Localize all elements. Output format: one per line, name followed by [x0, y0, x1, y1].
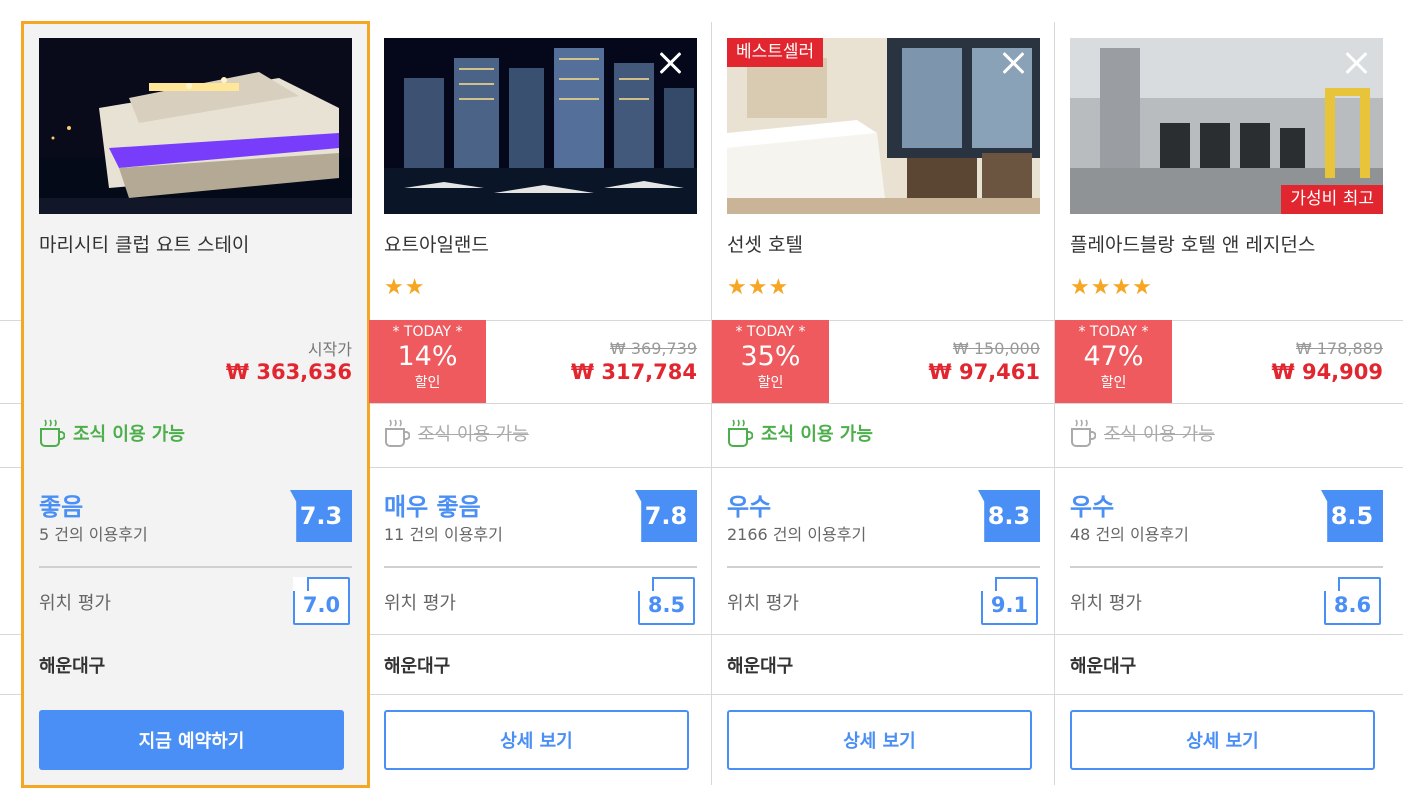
rating-word: 매우 좋음 [384, 493, 481, 521]
price: ₩ 317,784 [570, 360, 697, 384]
breakfast-label: 조식 이용 가능 [1104, 424, 1215, 445]
coffee-cup-icon [1071, 419, 1096, 447]
star-rating: ★★★ [727, 275, 790, 300]
best-value-badge: 가성비 최고 [1281, 185, 1383, 214]
hotel-name[interactable]: 플레아드블랑 호텔 앤 레지던스 [1070, 230, 1315, 257]
close-icon[interactable] [1341, 48, 1371, 78]
district: 해운대구 [727, 656, 794, 677]
coffee-cup-icon [385, 419, 410, 447]
bestseller-badge: 베스트셀러 [727, 38, 824, 67]
discount-word: 할인 [757, 374, 784, 391]
breakfast-label: 조식 이용 가능 [761, 424, 873, 445]
review-count[interactable]: 48 건의 이용후기 [1070, 521, 1189, 545]
score-divider [1070, 566, 1383, 568]
coffee-cup-icon [728, 419, 753, 447]
location-score-badge: 8.6 [1324, 577, 1381, 625]
star-rating: ★★ [384, 275, 426, 300]
breakfast-label: 조식 이용 가능 [418, 424, 529, 445]
district: 해운대구 [1070, 656, 1137, 677]
hotel-name[interactable]: 요트아일랜드 [384, 230, 489, 257]
star-rating: ★★★★ [1070, 275, 1153, 300]
rating-word: 우수 [1070, 493, 1115, 521]
hotel-card-3[interactable]: 베스트셀러 선셋 호텔 ★★★ * TODAY * 35% 할인 ₩ 150,0… [712, 0, 1056, 811]
hotel-card-2[interactable]: 요트아일랜드 ★★ * TODAY * 14% 할인 ₩ 369,739 ₩ 3… [369, 0, 713, 811]
original-price: ₩ 178,889 [1295, 339, 1383, 358]
discount-word: 할인 [414, 374, 441, 391]
discount-percent: 35% [740, 341, 801, 372]
today-label: * TODAY * [735, 324, 806, 340]
hotel-name[interactable]: 선셋 호텔 [727, 230, 803, 257]
hotel-photo-bedroom[interactable]: 베스트셀러 [727, 38, 1040, 214]
today-discount-badge: * TODAY * 47% 할인 [1055, 320, 1172, 403]
view-details-button[interactable]: 상세 보기 [727, 710, 1032, 770]
breakfast-available: 조식 이용 가능 [727, 418, 873, 448]
location-score-badge: 9.1 [981, 577, 1038, 625]
price: ₩ 94,909 [1271, 360, 1383, 384]
breakfast-unavailable: 조식 이용 가능 [384, 418, 529, 448]
review-count[interactable]: 11 건의 이용후기 [384, 521, 503, 545]
guest-score-badge: 8.5 [1321, 490, 1383, 542]
hotel-card-4[interactable]: 가성비 최고 플레아드블랑 호텔 앤 레지던스 ★★★★ * TODAY * 4… [1055, 0, 1399, 811]
close-icon[interactable] [655, 48, 685, 78]
original-price: ₩ 150,000 [952, 339, 1040, 358]
today-label: * TODAY * [392, 324, 463, 340]
location-rating-label: 위치 평가 [384, 593, 456, 614]
breakfast-unavailable: 조식 이용 가능 [1070, 418, 1215, 448]
view-details-button[interactable]: 상세 보기 [384, 710, 689, 770]
today-label: * TODAY * [1078, 324, 1149, 340]
location-rating-label: 위치 평가 [727, 593, 799, 614]
guest-score-badge: 7.8 [635, 490, 697, 542]
today-discount-badge: * TODAY * 35% 할인 [712, 320, 829, 403]
original-price: ₩ 369,739 [609, 339, 697, 358]
close-icon[interactable] [998, 48, 1028, 78]
district: 해운대구 [384, 656, 451, 677]
today-discount-badge: * TODAY * 14% 할인 [369, 320, 486, 403]
highlight-border [21, 21, 370, 788]
score-divider [727, 566, 1040, 568]
discount-percent: 47% [1083, 341, 1144, 372]
location-rating-label: 위치 평가 [1070, 593, 1142, 614]
score-divider [384, 566, 697, 568]
hotel-photo-gym[interactable]: 가성비 최고 [1070, 38, 1383, 214]
price: ₩ 97,461 [928, 360, 1040, 384]
review-count[interactable]: 2166 건의 이용후기 [727, 521, 866, 545]
location-score-badge: 8.5 [638, 577, 695, 625]
rating-word: 우수 [727, 493, 772, 521]
hotel-photo-marina[interactable] [384, 38, 697, 214]
discount-word: 할인 [1100, 374, 1127, 391]
view-details-button[interactable]: 상세 보기 [1070, 710, 1375, 770]
guest-score-badge: 8.3 [978, 490, 1040, 542]
discount-percent: 14% [397, 341, 458, 372]
